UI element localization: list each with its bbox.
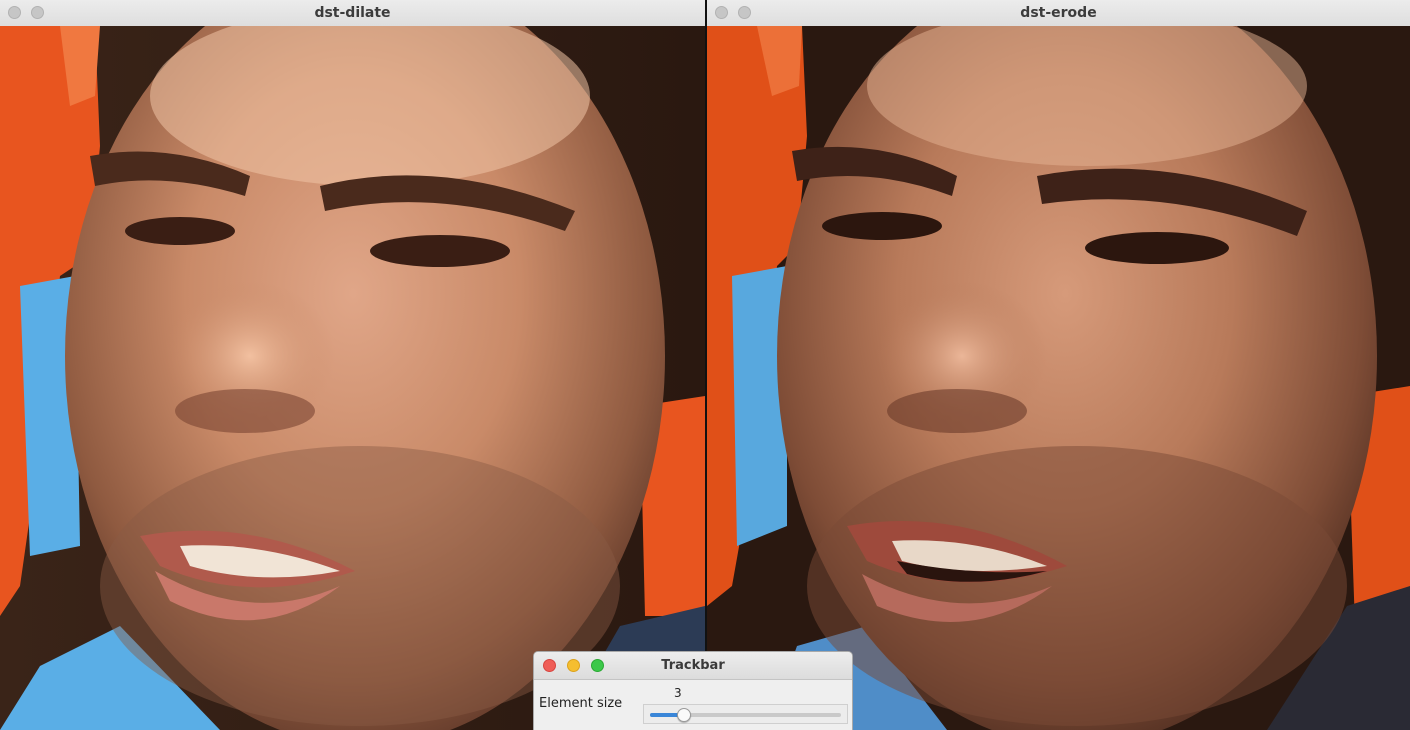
dst-dilate-titlebar[interactable]: dst-dilate — [0, 0, 705, 27]
minimize-icon[interactable] — [31, 6, 44, 19]
close-icon[interactable] — [543, 659, 556, 672]
element-size-slider[interactable] — [643, 704, 848, 724]
element-size-label: Element size — [539, 696, 623, 711]
minimize-icon[interactable] — [738, 6, 751, 19]
minimize-icon[interactable] — [567, 659, 580, 672]
dst-dilate-window: dst-dilate — [0, 0, 705, 730]
dilate-video-frame — [0, 26, 705, 730]
close-icon[interactable] — [8, 6, 21, 19]
dst-erode-titlebar[interactable]: dst-erode — [707, 0, 1410, 27]
window-title: dst-dilate — [314, 5, 391, 21]
slider-thumb[interactable] — [677, 708, 692, 722]
dst-erode-window: dst-erode — [707, 0, 1410, 730]
element-size-value: 3 — [674, 686, 682, 700]
zoom-icon[interactable] — [591, 659, 604, 672]
trackbar-title: Trackbar — [661, 658, 725, 673]
erode-video-frame — [707, 26, 1410, 730]
close-icon[interactable] — [715, 6, 728, 19]
trackbar-window: Trackbar Element size 3 — [533, 651, 853, 730]
window-title: dst-erode — [1020, 5, 1097, 21]
trackbar-titlebar[interactable]: Trackbar — [534, 652, 852, 680]
